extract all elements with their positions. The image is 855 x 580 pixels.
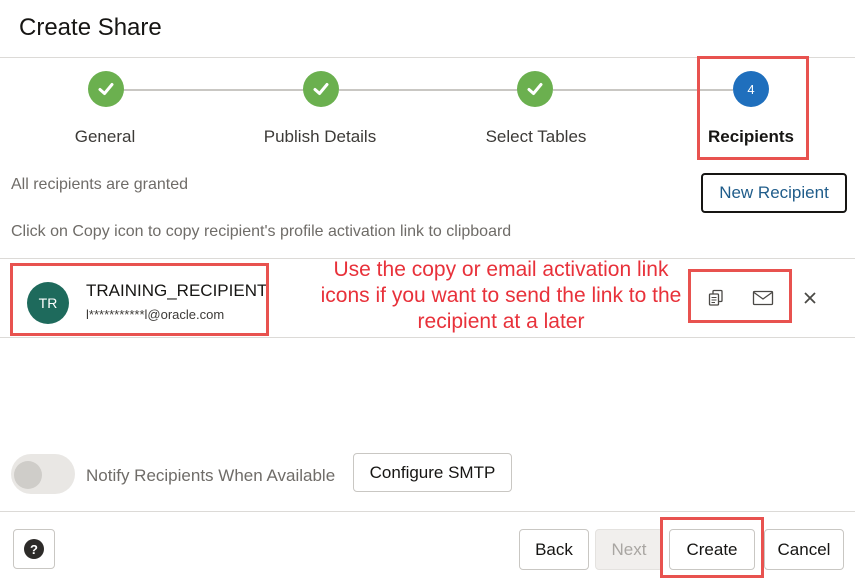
dialog-title: Create Share [19, 14, 162, 41]
dialog-header: Create Share [0, 0, 855, 58]
step-label-select-tables[interactable]: Select Tables [436, 127, 636, 147]
help-button[interactable]: ? [13, 529, 55, 569]
step-label-general[interactable]: General [5, 127, 205, 147]
train-connector [339, 89, 523, 91]
notify-toggle-knob [14, 461, 42, 489]
granted-text: All recipients are granted [11, 176, 188, 193]
highlight-box-recipients-step [697, 56, 809, 160]
annotation-note: Use the copy or email activation link ic… [320, 258, 682, 333]
back-button[interactable]: Back [519, 529, 589, 570]
step-tables-check-icon[interactable] [517, 71, 553, 107]
highlight-box-create [660, 517, 764, 578]
configure-smtp-button[interactable]: Configure SMTP [353, 453, 512, 492]
copy-hint-text: Click on Copy icon to copy recipient's p… [11, 223, 512, 240]
remove-recipient-close-icon[interactable] [796, 284, 824, 312]
step-label-publish-details[interactable]: Publish Details [220, 127, 420, 147]
next-button: Next [595, 529, 663, 570]
highlight-box-recipient [10, 263, 269, 336]
cancel-button[interactable]: Cancel [764, 529, 844, 570]
notify-label: Notify Recipients When Available [86, 466, 336, 485]
highlight-box-action-icons [688, 269, 792, 323]
step-general-check-icon[interactable] [88, 71, 124, 107]
new-recipient-button[interactable]: New Recipient [701, 173, 847, 213]
step-publish-check-icon[interactable] [303, 71, 339, 107]
train-connector [123, 89, 309, 91]
footer-divider [0, 511, 855, 512]
help-icon: ? [24, 539, 44, 559]
